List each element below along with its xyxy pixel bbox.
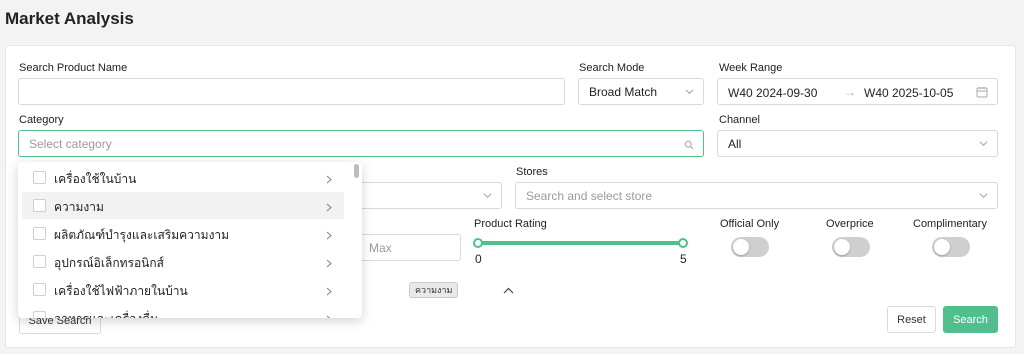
search-icon [684,139,694,153]
dropdown-item[interactable]: อุปกรณ์อิเล็กทรอนิกส์ [22,248,344,275]
checkbox[interactable] [33,171,46,184]
search-product-input[interactable] [18,78,565,105]
dropdown-item-label: อุปกรณ์อิเล็กทรอนิกส์ [54,256,164,270]
chevron-right-icon [326,285,332,299]
checkbox[interactable] [33,199,46,212]
channel-label: Channel [719,114,760,126]
chevron-right-icon [326,257,332,271]
overprice-label: Overprice [826,218,874,230]
overprice-toggle[interactable] [832,237,870,257]
chevron-right-icon [326,229,332,243]
checkbox[interactable] [33,255,46,268]
arrow-right-icon: → [844,85,856,99]
category-dropdown: เครื่องใช้ในบ้าน ความงาม ผลิตภัณฑ์บำรุงแ… [18,162,362,318]
chevron-up-icon[interactable] [503,282,514,300]
rating-min-value: 0 [475,252,482,266]
search-mode-select[interactable]: Broad Match [578,78,704,105]
rating-max-value: 5 [680,252,687,266]
dropdown-item[interactable]: ผลิตภัณฑ์บำรุงและเสริมความงาม [22,220,344,247]
checkbox[interactable] [33,311,46,318]
scrollbar-thumb[interactable] [354,164,359,178]
stores-placeholder: Search and select store [526,188,653,203]
price-max-placeholder: Max [369,240,392,255]
sub-category-select[interactable] [340,182,502,209]
stores-label: Stores [516,166,548,178]
week-range-label: Week Range [719,62,783,74]
dropdown-item-label: อาหารและเครื่องดื่ม [54,310,158,318]
chevron-down-icon [979,139,988,148]
chevron-right-icon [326,201,332,215]
page-title: Market Analysis [5,9,134,28]
rating-slider-min-handle[interactable] [473,238,483,248]
week-range-picker[interactable]: W40 2024-09-30 → W40 2025-10-05 [717,78,998,105]
week-range-end[interactable]: W40 2025-10-05 [864,86,953,100]
category-label: Category [19,114,64,126]
search-mode-label: Search Mode [579,62,645,74]
dropdown-item-label: ความงาม [54,200,104,214]
week-range-start[interactable]: W40 2024-09-30 [728,86,817,100]
chevron-right-icon [326,313,332,318]
product-rating-label: Product Rating [474,218,547,230]
chevron-down-icon [979,191,988,200]
chevron-right-icon [326,173,332,187]
dropdown-item[interactable]: เครื่องใช้ไฟฟ้าภายในบ้าน [22,276,344,303]
dropdown-item[interactable]: เครื่องใช้ในบ้าน [22,164,344,191]
official-only-label: Official Only [720,218,780,230]
dropdown-item[interactable]: ความงาม [22,192,344,219]
category-select[interactable]: Select category [18,130,704,157]
dropdown-item[interactable]: อาหารและเครื่องดื่ม [22,304,344,318]
rating-slider-max-handle[interactable] [678,238,688,248]
search-mode-value: Broad Match [589,84,658,99]
checkbox[interactable] [33,283,46,296]
category-placeholder: Select category [29,136,112,151]
reset-button[interactable]: Reset [887,306,936,333]
dropdown-scrollbar[interactable] [352,162,362,318]
checkbox[interactable] [33,227,46,240]
rating-slider-track[interactable] [478,241,683,245]
channel-select[interactable]: All [717,130,998,157]
category-tooltip: ความงาม [409,282,459,298]
dropdown-item-label: ผลิตภัณฑ์บำรุงและเสริมความงาม [54,228,230,242]
search-product-label: Search Product Name [19,62,128,74]
complimentary-label: Complimentary [913,218,987,230]
complimentary-toggle[interactable] [932,237,970,257]
channel-value: All [728,136,742,151]
calendar-icon [976,86,988,101]
dropdown-item-label: เครื่องใช้ไฟฟ้าภายในบ้าน [54,284,188,298]
official-only-toggle[interactable] [731,237,769,257]
chevron-down-icon [685,87,694,96]
stores-select[interactable]: Search and select store [515,182,998,209]
chevron-down-icon [483,191,492,200]
search-button[interactable]: Search [943,306,998,333]
dropdown-item-label: เครื่องใช้ในบ้าน [54,172,137,186]
